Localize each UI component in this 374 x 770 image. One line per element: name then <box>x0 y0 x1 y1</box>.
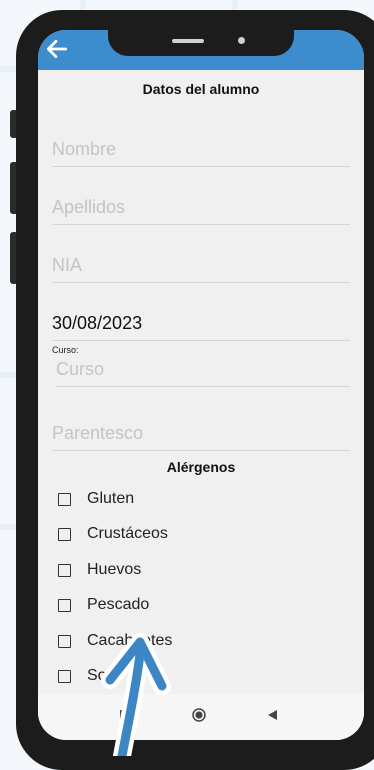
fecha-field <box>52 313 350 341</box>
speaker-grille <box>172 39 204 43</box>
checkbox-icon[interactable] <box>58 492 71 506</box>
phone-notch <box>108 30 294 56</box>
allergen-checkbox-gluten[interactable]: Gluten <box>58 490 134 508</box>
parentesco-input[interactable] <box>52 423 350 451</box>
back-triangle-icon[interactable] <box>266 709 278 721</box>
checkbox-icon[interactable] <box>58 563 71 577</box>
apellidos-input[interactable] <box>52 197 350 225</box>
checkbox-icon[interactable] <box>58 598 71 612</box>
allergen-checkbox-huevos[interactable]: Huevos <box>58 561 141 579</box>
allergens-title: Alérgenos <box>166 459 236 475</box>
curso-field <box>56 359 350 387</box>
allergen-checkbox-crustaceos[interactable]: Crustáceos <box>58 525 168 543</box>
front-camera <box>238 37 245 44</box>
parentesco-field <box>52 423 350 451</box>
checkbox-icon[interactable] <box>58 634 71 648</box>
nombre-input[interactable] <box>52 139 350 167</box>
nia-field <box>52 255 350 283</box>
apellidos-field <box>52 197 350 225</box>
curso-input[interactable] <box>56 359 350 387</box>
checkbox-icon[interactable] <box>58 669 71 683</box>
home-circle-icon[interactable] <box>192 708 206 722</box>
pointer-arrow-icon <box>101 633 171 756</box>
fecha-input[interactable] <box>52 313 350 341</box>
arrow-left-icon[interactable] <box>44 36 70 62</box>
allergen-label: Pescado <box>87 596 150 613</box>
allergen-label: Gluten <box>87 490 135 507</box>
app-screen: Datos del alumno Curso: Alérgenos Gluten… <box>38 30 364 740</box>
nia-input[interactable] <box>52 255 350 283</box>
allergen-label: Huevos <box>87 561 142 578</box>
page-title: Datos del alumno <box>142 81 260 97</box>
allergen-label: Crustáceos <box>87 525 168 542</box>
system-nav-bar <box>38 694 364 740</box>
checkbox-icon[interactable] <box>58 527 71 541</box>
allergen-checkbox-pescado[interactable]: Pescado <box>58 596 149 614</box>
nombre-field <box>52 139 350 167</box>
curso-label: Curso: <box>52 345 79 355</box>
